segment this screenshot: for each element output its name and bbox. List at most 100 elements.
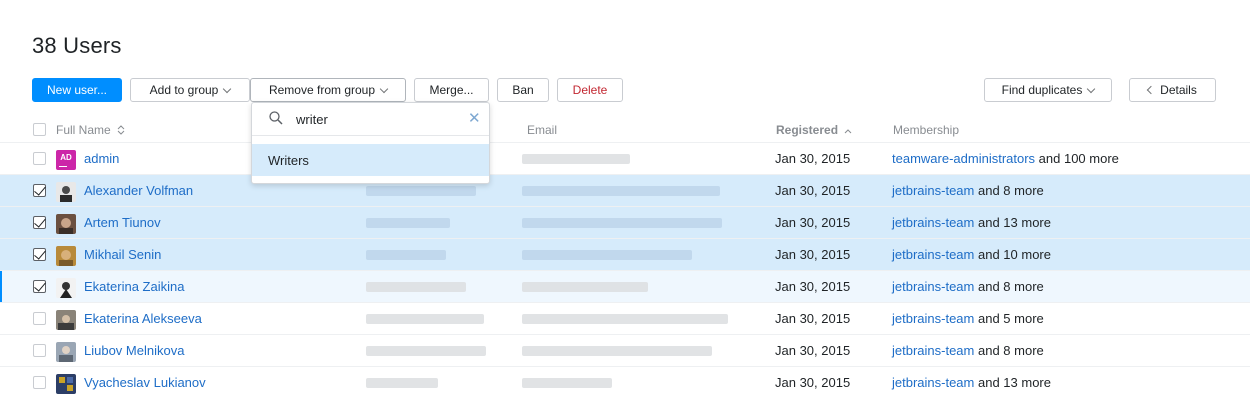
user-name-link[interactable]: admin: [84, 151, 119, 166]
search-icon: [269, 111, 283, 125]
membership: jetbrains-team and 10 more: [892, 247, 1051, 262]
registered-date: Jan 30, 2015: [775, 279, 851, 294]
new-user-button[interactable]: New user...: [32, 78, 122, 102]
table-row[interactable]: AD admin Jan 30, 2015 teamware-administr…: [0, 142, 1250, 174]
column-header-email[interactable]: Email: [527, 123, 557, 137]
chevron-down-icon: [379, 84, 389, 93]
sort-icon: [117, 125, 125, 135]
redacted-login: [366, 314, 484, 324]
membership-more[interactable]: and 8 more: [978, 279, 1044, 294]
membership: jetbrains-team and 8 more: [892, 183, 1044, 198]
details-button[interactable]: Details: [1129, 78, 1216, 102]
chevron-down-icon: [223, 84, 232, 93]
membership-more[interactable]: and 5 more: [978, 311, 1044, 326]
group-search-input[interactable]: writer: [296, 112, 328, 127]
user-name-link[interactable]: Liubov Melnikova: [84, 343, 184, 358]
row-checkbox[interactable]: [33, 216, 46, 229]
user-name-link[interactable]: Vyacheslav Lukianov: [84, 375, 206, 390]
table-row[interactable]: Mikhail Senin Jan 30, 2015 jetbrains-tea…: [0, 238, 1250, 270]
column-header-full-name[interactable]: Full Name: [56, 123, 125, 137]
table-row[interactable]: Ekaterina Zaikina Jan 30, 2015 jetbrains…: [0, 270, 1250, 303]
avatar: [56, 278, 76, 298]
membership-more[interactable]: and 13 more: [978, 375, 1051, 390]
redacted-email: [522, 218, 722, 228]
row-checkbox[interactable]: [33, 344, 46, 357]
registered-date: Jan 30, 2015: [775, 151, 851, 166]
user-name-link[interactable]: Mikhail Senin: [84, 247, 161, 262]
column-header-membership[interactable]: Membership: [893, 123, 959, 137]
redacted-login: [366, 378, 438, 388]
redacted-email: [522, 186, 720, 196]
table-row[interactable]: Liubov Melnikova Jan 30, 2015 jetbrains-…: [0, 334, 1250, 366]
user-name-link[interactable]: Artem Tiunov: [84, 215, 161, 230]
add-to-group-button[interactable]: Add to group: [130, 78, 250, 102]
row-checkbox[interactable]: [33, 152, 46, 165]
registered-date: Jan 30, 2015: [775, 343, 851, 358]
remove-from-group-button[interactable]: Remove from group: [250, 78, 406, 102]
dropdown-item-writers[interactable]: Writers: [252, 144, 489, 176]
avatar: [56, 214, 76, 234]
membership-group-link[interactable]: teamware-administrators: [892, 151, 1035, 166]
avatar: [56, 182, 76, 202]
user-name-link[interactable]: Alexander Volfman: [84, 183, 193, 198]
user-name-link[interactable]: Ekaterina Zaikina: [84, 279, 184, 294]
membership-more[interactable]: and 10 more: [978, 247, 1051, 262]
redacted-email: [522, 282, 648, 292]
toolbar: New user... Add to group Remove from gro…: [0, 78, 1250, 102]
registered-date: Jan 30, 2015: [775, 215, 851, 230]
redacted-email: [522, 346, 712, 356]
user-name-link[interactable]: Ekaterina Alekseeva: [84, 311, 202, 326]
row-checkbox[interactable]: [33, 184, 46, 197]
table-row[interactable]: Vyacheslav Lukianov Jan 30, 2015 jetbrai…: [0, 366, 1250, 398]
membership-group-link[interactable]: jetbrains-team: [892, 311, 974, 326]
table-header: Full Name Email Registered Membership: [0, 118, 1250, 142]
membership-more[interactable]: and 8 more: [978, 343, 1044, 358]
redacted-login: [366, 186, 476, 196]
clear-icon[interactable]: ✕: [468, 111, 481, 126]
membership-group-link[interactable]: jetbrains-team: [892, 279, 974, 294]
row-checkbox[interactable]: [33, 248, 46, 261]
row-checkbox[interactable]: [33, 280, 46, 293]
table-row[interactable]: Artem Tiunov Jan 30, 2015 jetbrains-team…: [0, 206, 1250, 238]
membership: jetbrains-team and 8 more: [892, 343, 1044, 358]
chevron-left-icon: [1146, 85, 1156, 95]
registered-date: Jan 30, 2015: [775, 183, 851, 198]
membership: jetbrains-team and 8 more: [892, 279, 1044, 294]
merge-button[interactable]: Merge...: [414, 78, 489, 102]
page-title: 38 Users: [32, 33, 122, 58]
membership: teamware-administrators and 100 more: [892, 151, 1119, 166]
membership-more[interactable]: and 13 more: [978, 215, 1051, 230]
membership-group-link[interactable]: jetbrains-team: [892, 375, 974, 390]
registered-date: Jan 30, 2015: [775, 247, 851, 262]
row-checkbox[interactable]: [33, 312, 46, 325]
registered-date: Jan 30, 2015: [775, 311, 851, 326]
membership-more[interactable]: and 8 more: [978, 183, 1044, 198]
redacted-login: [366, 250, 446, 260]
avatar: [56, 342, 76, 362]
registered-date: Jan 30, 2015: [775, 375, 851, 390]
row-checkbox[interactable]: [33, 376, 46, 389]
membership-group-link[interactable]: jetbrains-team: [892, 183, 974, 198]
membership-group-link[interactable]: jetbrains-team: [892, 247, 974, 262]
membership: jetbrains-team and 5 more: [892, 311, 1044, 326]
column-header-registered[interactable]: Registered: [776, 123, 852, 137]
table-row[interactable]: Alexander Volfman Jan 30, 2015 jetbrains…: [0, 174, 1250, 206]
delete-button[interactable]: Delete: [557, 78, 623, 102]
redacted-login: [366, 218, 450, 228]
avatar: [56, 310, 76, 330]
redacted-email: [522, 154, 630, 164]
table-row[interactable]: Ekaterina Alekseeva Jan 30, 2015 jetbrai…: [0, 302, 1250, 334]
chevron-down-icon: [1087, 84, 1096, 93]
find-duplicates-button[interactable]: Find duplicates: [984, 78, 1112, 102]
membership-group-link[interactable]: jetbrains-team: [892, 215, 974, 230]
membership: jetbrains-team and 13 more: [892, 215, 1051, 230]
ban-button[interactable]: Ban: [497, 78, 549, 102]
membership: jetbrains-team and 13 more: [892, 375, 1051, 390]
avatar: AD: [56, 150, 76, 170]
membership-group-link[interactable]: jetbrains-team: [892, 343, 974, 358]
membership-more[interactable]: and 100 more: [1039, 151, 1119, 166]
redacted-email: [522, 314, 728, 324]
select-all-checkbox[interactable]: [33, 123, 46, 136]
remove-from-group-dropdown: writer ✕ Writers: [251, 102, 490, 184]
redacted-email: [522, 378, 612, 388]
